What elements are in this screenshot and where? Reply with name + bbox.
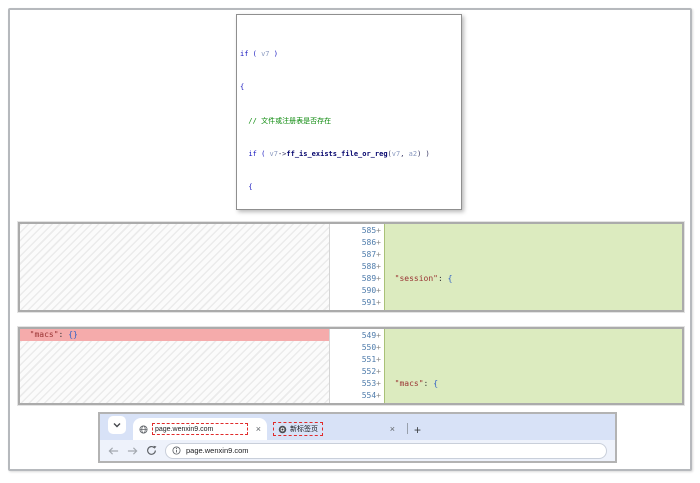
globe-favicon-icon [139,425,148,434]
diff-left-gutter [330,329,352,403]
line-number: 552+ [352,366,381,378]
line-number: 587+ [352,249,381,261]
diff-line-numbers: 549+ 550+ 551+ 552+ 553+ 554+ [352,329,384,403]
line-number: 588+ [352,261,381,273]
tab-close-button[interactable]: × [256,425,261,434]
reload-icon[interactable] [146,445,157,456]
info-icon[interactable] [172,446,181,455]
diff-panel-session: 585+ 586+ 587+ 588+ 589+ 590+ 591+ "sess… [18,222,684,312]
tab-separator [407,423,408,434]
line-number: 590+ [352,285,381,297]
tab-search-button[interactable] [108,416,126,434]
line-number: 550+ [352,342,381,354]
line-number: 591+ [352,297,381,309]
tab-active-wenxin9[interactable]: page.wenxin9.com × [133,418,267,440]
chevron-down-icon [112,420,122,430]
line-number: 554+ [352,390,381,402]
code-line: // 文件或注册表是否存在 [240,117,461,125]
diff-added-line: "macs": { [385,378,682,390]
diff-empty-hatch [20,341,329,403]
address-bar[interactable]: page.wenxin9.com [165,443,607,459]
tab-strip: page.wenxin9.com × 新标签页 × + [100,414,615,440]
highlight-box-tab2: 新标签页 [273,422,323,436]
code-line: { [240,83,461,91]
diff-added-content: "session": { "restore_on_startup": 4, "s… [384,224,682,310]
browser-toolbar: page.wenxin9.com [100,440,615,461]
code-line: if ( v7->ff_is_exists_file_or_reg(v7, a2… [240,150,461,158]
address-text: page.wenxin9.com [186,446,249,455]
line-number: 586+ [352,237,381,249]
line-number: 553+ [352,378,381,390]
diff-left-gutter [330,224,352,310]
decompiler-code-panel: if ( v7 ) { // 文件或注册表是否存在 if ( v7->ff_is… [236,14,462,210]
code-line: if ( v7 ) [240,50,461,58]
new-tab-button[interactable]: + [414,424,421,436]
back-icon[interactable] [108,446,119,456]
browser-window: page.wenxin9.com × 新标签页 × + [98,412,617,463]
newtab-favicon-icon [278,425,287,434]
line-number: 549+ [352,330,381,342]
diff-empty-hatch [20,224,329,310]
tab-title: 新标签页 [290,424,318,434]
diff-line-numbers: 585+ 586+ 587+ 588+ 589+ 590+ 591+ [352,224,384,310]
forward-icon[interactable] [127,446,138,456]
diff-old-side [20,224,330,310]
diff-old-side: "macs": {} [20,329,330,403]
line-number: 589+ [352,273,381,285]
line-number: 551+ [352,354,381,366]
highlight-box-tab1: page.wenxin9.com [152,423,248,435]
diff-added-content: "macs": { "session": { "restore_on_start… [384,329,682,403]
tab-close-button[interactable]: × [390,425,395,434]
tab-title: page.wenxin9.com [155,426,213,433]
diff-removed-line: "macs": {} [20,329,329,341]
diff-panel-macs: "macs": {} 549+ 550+ 551+ 552+ 553+ 554+… [18,327,684,405]
code-line: { [240,183,461,191]
line-number: 585+ [352,225,381,237]
tab-inactive-newtab[interactable]: 新标签页 × [267,418,401,440]
diff-added-line: "session": { [385,273,682,285]
